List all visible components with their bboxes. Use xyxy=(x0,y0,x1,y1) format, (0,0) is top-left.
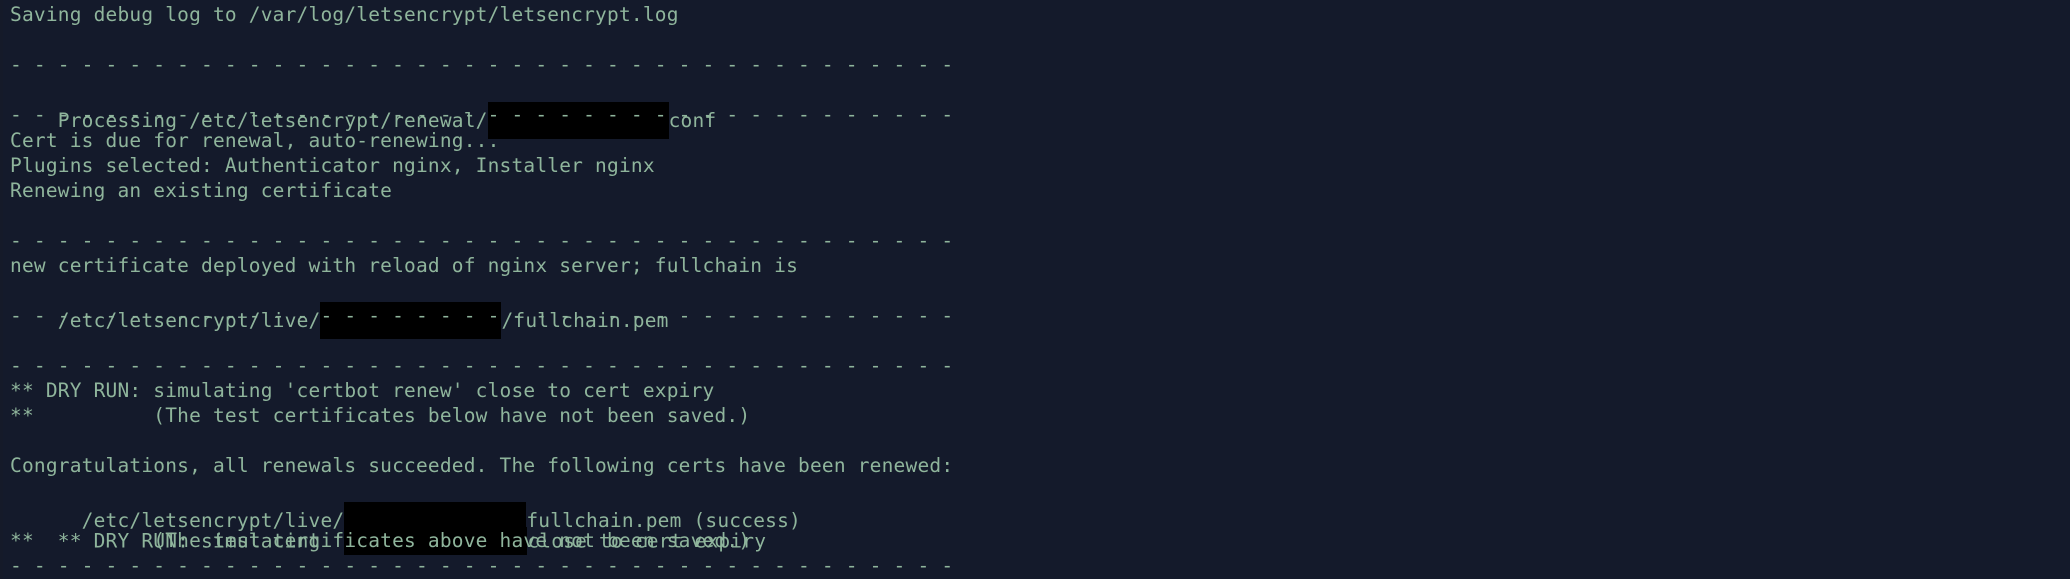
terminal-line: ** (The test certificates below have not… xyxy=(10,404,751,427)
terminal-line: Congratulations, all renewals succeeded.… xyxy=(10,454,954,477)
terminal-line: /etc/letsencrypt/live/fullchain.pem (suc… xyxy=(10,478,801,539)
terminal-line: Cert is due for renewal, auto-renewing..… xyxy=(10,129,500,152)
terminal-line: ** DRY RUN: simulating ' close to cert ex… xyxy=(10,503,766,555)
terminal-line: Processing /etc/letsencrypt/renewal/conf xyxy=(10,78,716,139)
terminal-line: new certificate deployed with reload of … xyxy=(10,254,799,277)
separator-line: - - - - - - - - - - - - - - - - - - - - … xyxy=(10,304,954,327)
terminal-line: Plugins selected: Authenticator nginx, I… xyxy=(10,154,655,177)
terminal-line: Renewing an existing certificate xyxy=(10,179,393,202)
separator-line: - - - - - - - - - - - - - - - - - - - - … xyxy=(10,354,954,377)
terminal-window[interactable]: Saving debug log to /var/log/letsencrypt… xyxy=(3,0,2070,579)
terminal-line: /etc/letsencrypt/live//fullchain.pem xyxy=(10,278,669,339)
terminal-line: ** DRY RUN: simulating 'certbot renew' c… xyxy=(10,379,715,402)
separator-line: - - - - - - - - - - - - - - - - - - - - … xyxy=(10,103,954,126)
separator-line: - - - - - - - - - - - - - - - - - - - - … xyxy=(10,554,954,577)
terminal-line: Saving debug log to /var/log/letsencrypt… xyxy=(10,3,679,26)
terminal-line: ** (The test certificates above have not… xyxy=(10,529,751,552)
separator-line: - - - - - - - - - - - - - - - - - - - - … xyxy=(10,229,954,252)
separator-line: - - - - - - - - - - - - - - - - - - - - … xyxy=(10,53,954,76)
